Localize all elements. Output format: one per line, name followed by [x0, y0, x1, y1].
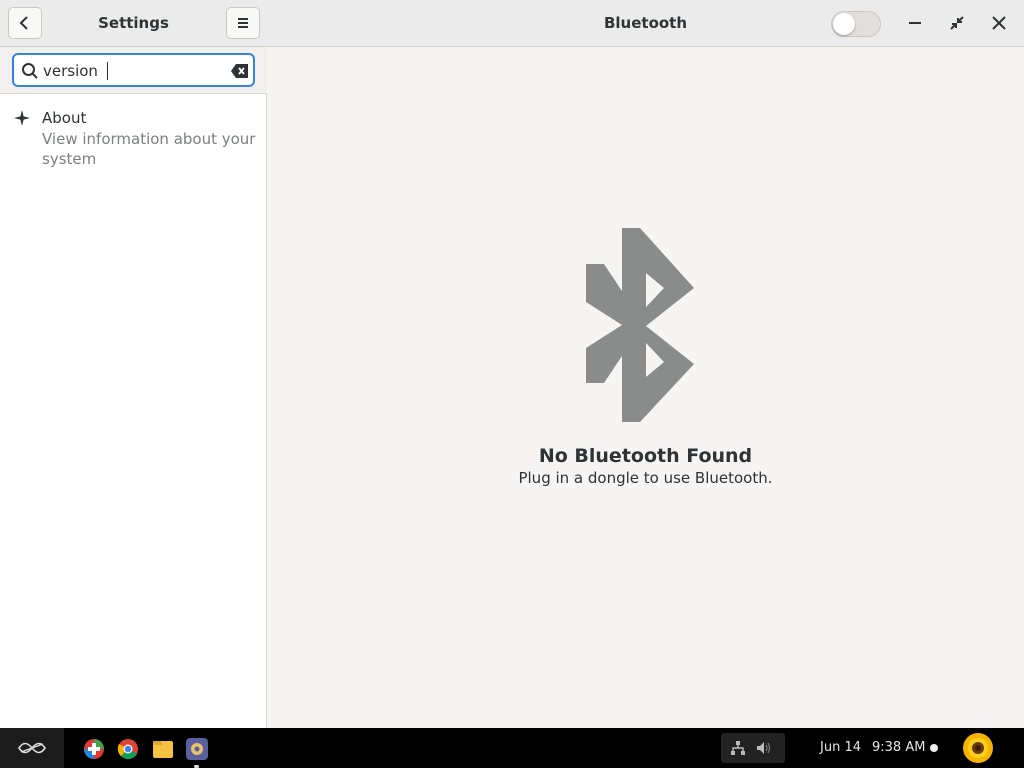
search-box[interactable]	[12, 53, 255, 87]
minimize-button[interactable]	[904, 12, 926, 34]
bluetooth-icon	[586, 228, 694, 422]
clock-time[interactable]: 9:38 AM	[872, 740, 925, 755]
empty-state-subtitle: Plug in a dongle to use Bluetooth.	[518, 469, 773, 487]
volume-icon	[757, 742, 771, 754]
user-avatar[interactable]	[962, 732, 994, 764]
sidebar-title: Settings	[98, 14, 169, 32]
clear-search-icon[interactable]	[231, 63, 249, 79]
result-description: View information about your system	[42, 130, 256, 168]
clock-date[interactable]: Jun 14	[820, 740, 861, 755]
close-button[interactable]	[988, 12, 1010, 34]
search-area	[0, 47, 267, 94]
launcher-icon	[18, 742, 46, 754]
result-title: About	[42, 109, 87, 127]
restore-icon	[950, 16, 964, 30]
settings-icon[interactable]	[186, 738, 208, 760]
search-result-about[interactable]: About View information about your system	[0, 104, 266, 174]
chevron-left-icon	[19, 16, 28, 30]
launcher-button[interactable]	[0, 728, 64, 768]
search-icon	[22, 63, 38, 79]
text-caret	[107, 62, 108, 80]
back-button[interactable]	[8, 7, 42, 39]
chrome-icon[interactable]	[117, 738, 139, 760]
minimize-icon	[909, 22, 921, 24]
menu-button[interactable]	[226, 7, 260, 39]
files-icon[interactable]	[152, 738, 174, 760]
empty-state-title: No Bluetooth Found	[538, 445, 753, 467]
search-input[interactable]	[43, 61, 223, 81]
network-icon	[731, 741, 745, 755]
sidebar: Settings About View information about yo…	[0, 0, 267, 728]
close-icon	[992, 16, 1006, 30]
main-header: Bluetooth	[267, 0, 1024, 47]
app-center-icon[interactable]	[83, 738, 105, 760]
bluetooth-toggle[interactable]	[831, 11, 881, 37]
notification-indicator[interactable]	[930, 744, 938, 752]
restore-button[interactable]	[946, 12, 968, 34]
sidebar-header: Settings	[0, 0, 267, 47]
hamburger-icon	[238, 18, 248, 28]
sparkle-icon	[14, 110, 30, 126]
system-tray[interactable]	[721, 733, 785, 763]
toggle-knob	[833, 13, 855, 35]
settings-window: Settings About View information about yo…	[0, 0, 1024, 728]
taskbar: Jun 14 9:38 AM	[0, 728, 1024, 768]
